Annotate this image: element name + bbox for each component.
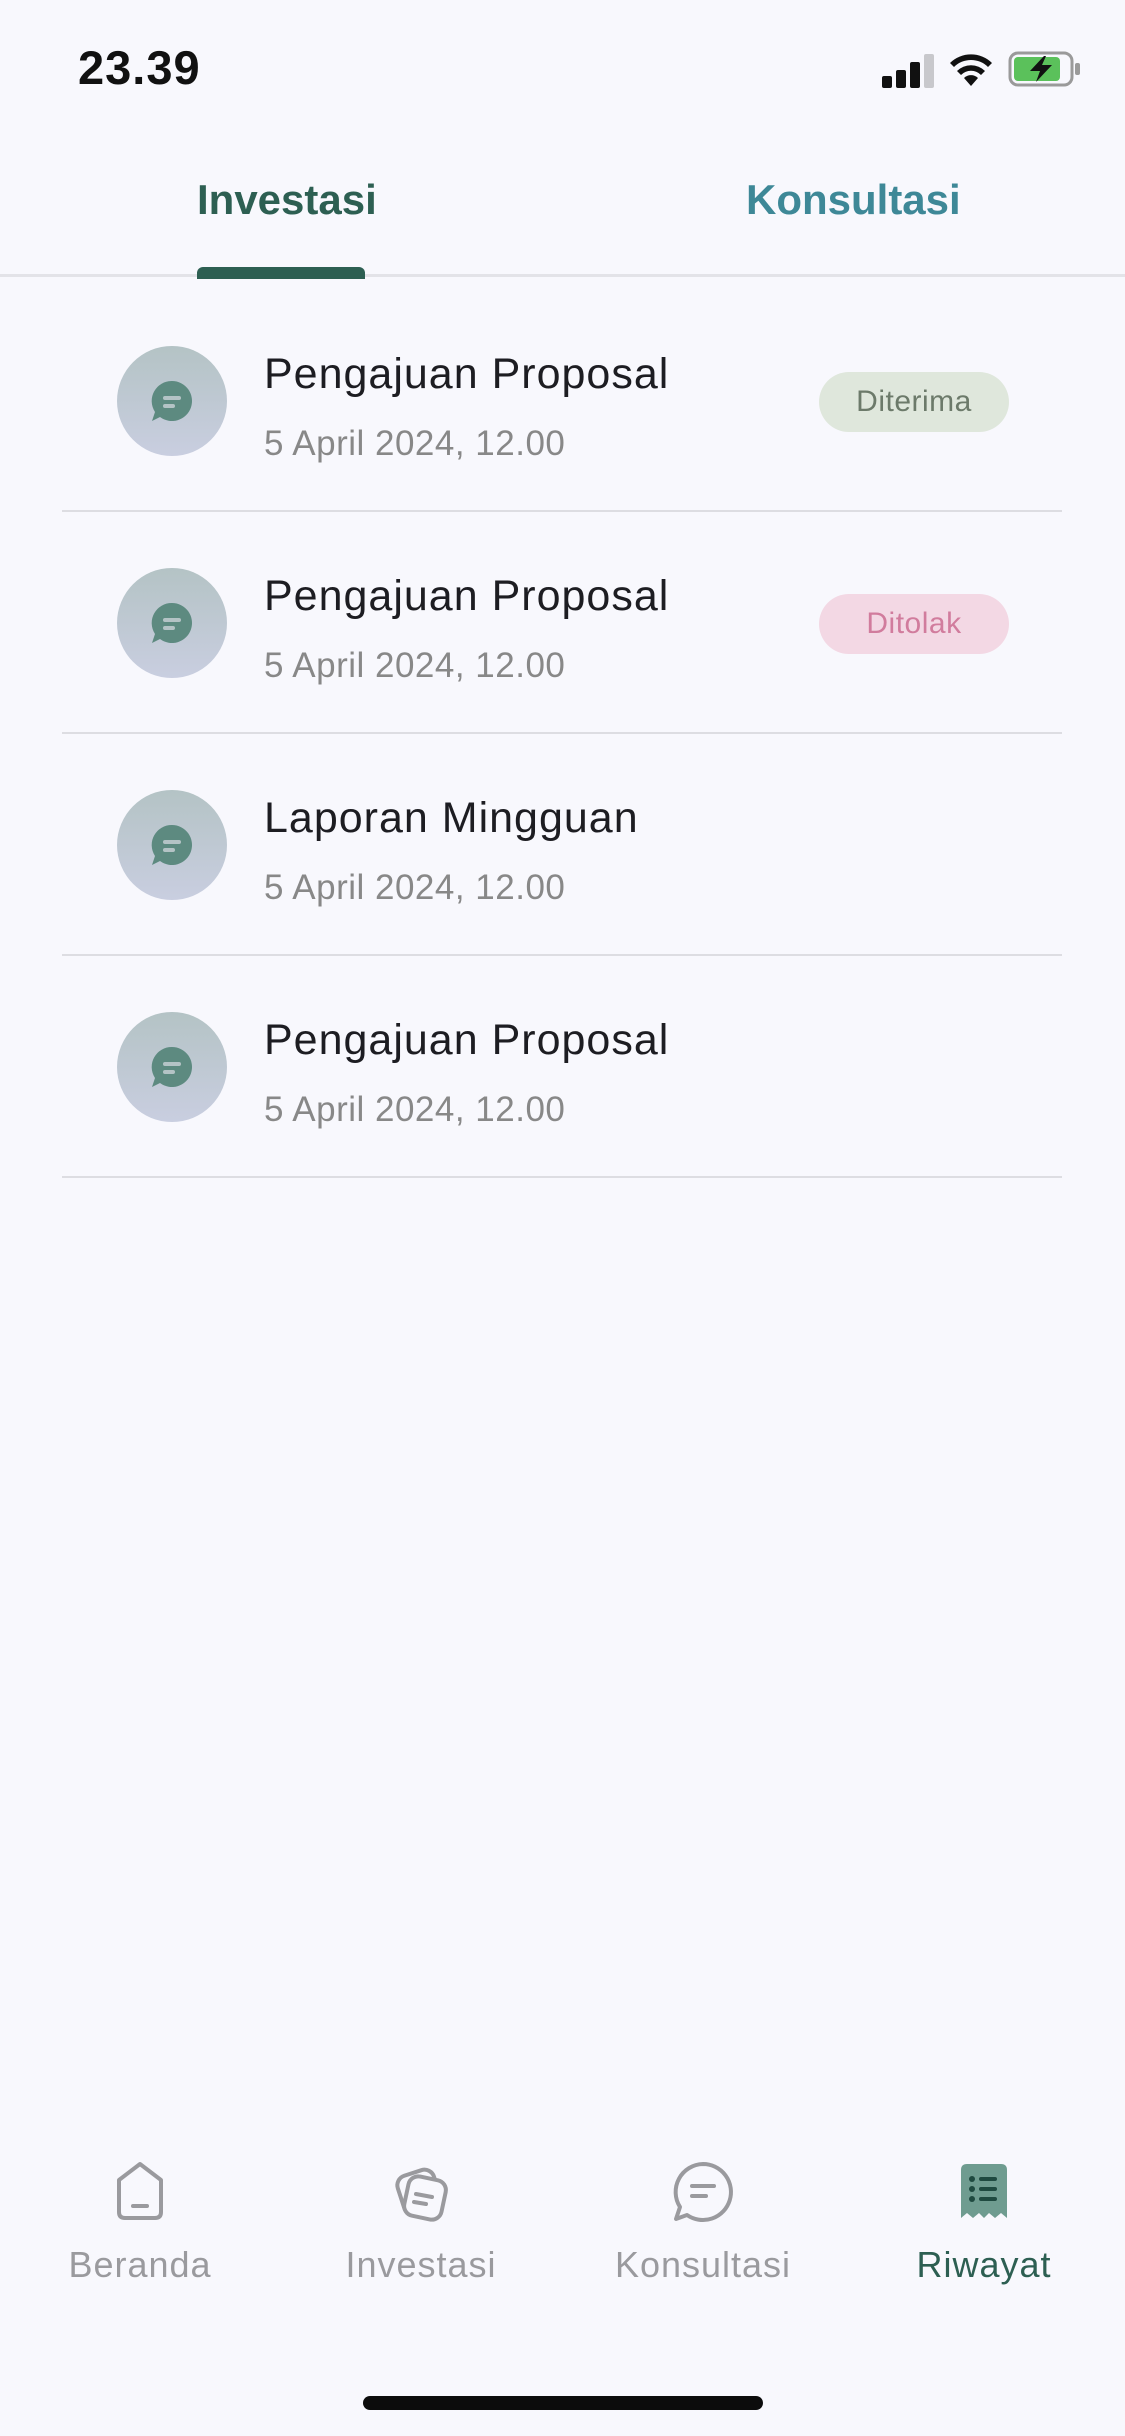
- history-list: Pengajuan Proposal 5 April 2024, 12.00 D…: [62, 290, 1062, 1178]
- nav-item-beranda[interactable]: Beranda: [30, 2140, 250, 2310]
- tab-investasi[interactable]: Investasi: [197, 176, 377, 224]
- status-badge: Ditolak: [819, 594, 1009, 654]
- nav-label-riwayat: Riwayat: [916, 2244, 1052, 2285]
- nav-item-konsultasi[interactable]: Konsultasi: [593, 2140, 813, 2310]
- home-indicator[interactable]: [363, 2396, 763, 2410]
- status-bar: 23.39: [0, 0, 1125, 140]
- item-date: 5 April 2024, 12.00: [264, 868, 566, 907]
- list-item[interactable]: Laporan Mingguan 5 April 2024, 12.00: [62, 734, 1062, 956]
- item-date: 5 April 2024, 12.00: [264, 424, 566, 463]
- nav-item-riwayat[interactable]: Riwayat: [874, 2140, 1094, 2310]
- home-icon: [117, 2162, 163, 2220]
- screen: 23.39 Investasi Konsultasi Pengajuan Pro…: [0, 0, 1125, 2436]
- chat-bubble-icon: [117, 1012, 227, 1122]
- chat-bubble-icon: [117, 568, 227, 678]
- chat-icon: [673, 2162, 733, 2222]
- active-tab-indicator: [197, 267, 365, 279]
- tab-konsultasi[interactable]: Konsultasi: [746, 176, 961, 224]
- nav-label-konsultasi: Konsultasi: [614, 2244, 792, 2285]
- item-title: Laporan Mingguan: [264, 794, 639, 842]
- item-title: Pengajuan Proposal: [264, 572, 670, 620]
- investment-icon: [395, 2167, 448, 2222]
- list-item[interactable]: Pengajuan Proposal 5 April 2024, 12.00 D…: [62, 290, 1062, 512]
- receipt-list-icon: [961, 2164, 1007, 2218]
- item-title: Pengajuan Proposal: [264, 350, 670, 398]
- nav-item-investasi[interactable]: Investasi: [311, 2140, 531, 2310]
- nav-label-beranda: Beranda: [68, 2244, 212, 2285]
- item-date: 5 April 2024, 12.00: [264, 1090, 566, 1129]
- bottom-nav: Beranda Investasi Konsultasi Riwayat: [0, 2140, 1125, 2320]
- status-time: 23.39: [78, 41, 201, 94]
- status-badge: Diterima: [819, 372, 1009, 432]
- item-title: Pengajuan Proposal: [264, 1016, 670, 1064]
- chat-bubble-icon: [117, 790, 227, 900]
- list-item[interactable]: Pengajuan Proposal 5 April 2024, 12.00 D…: [62, 512, 1062, 734]
- item-date: 5 April 2024, 12.00: [264, 646, 566, 685]
- chat-bubble-icon: [117, 346, 227, 456]
- signal-icon: [882, 52, 934, 88]
- battery-charging-icon: [1008, 51, 1080, 87]
- tab-bar: Investasi Konsultasi: [0, 140, 1125, 279]
- nav-label-investasi: Investasi: [345, 2244, 497, 2285]
- wifi-icon: [950, 54, 992, 86]
- list-item[interactable]: Pengajuan Proposal 5 April 2024, 12.00: [62, 956, 1062, 1178]
